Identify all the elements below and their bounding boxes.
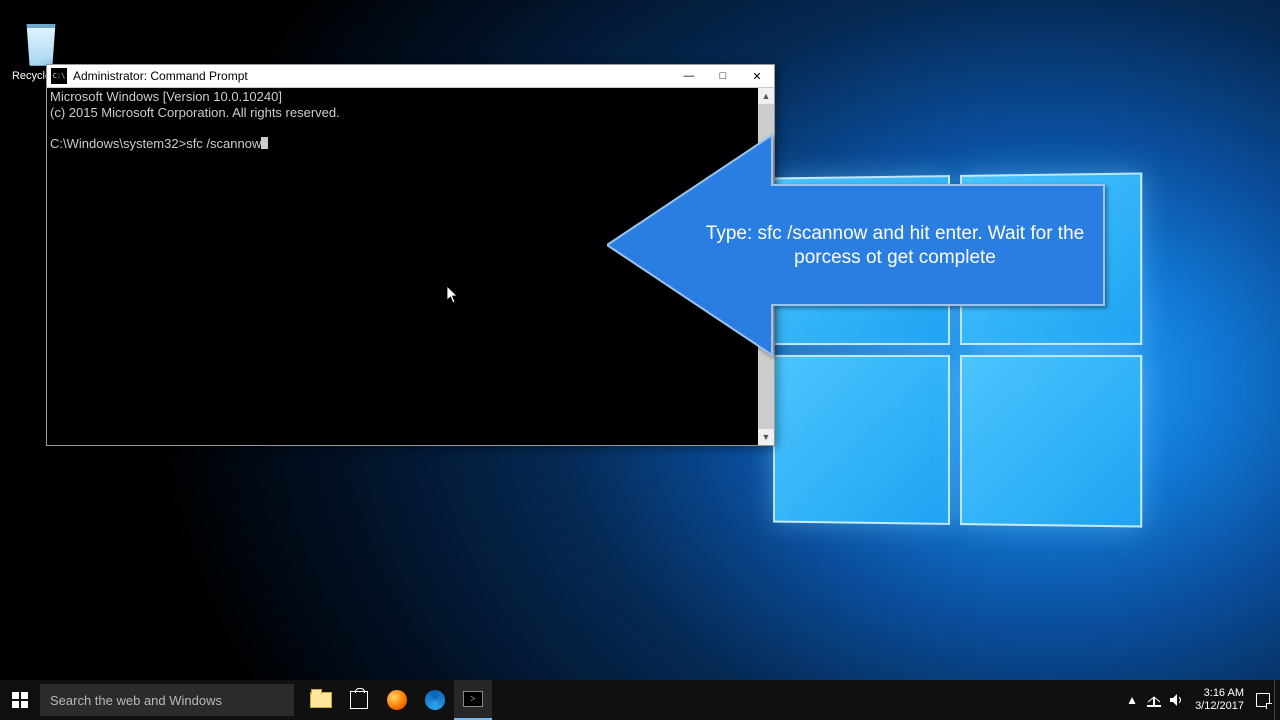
minimize-button[interactable]: ― (672, 65, 706, 88)
taskbar: Search the web and Windows ▲ (0, 680, 1280, 720)
tray-overflow-icon[interactable]: ▲ (1121, 680, 1143, 720)
taskbar-edge[interactable] (416, 680, 454, 720)
terminal-output[interactable]: Microsoft Windows [Version 10.0.10240] (… (47, 88, 758, 445)
tray-time: 3:16 AM (1195, 687, 1244, 700)
scroll-down-icon[interactable]: ▼ (758, 429, 774, 445)
scroll-thumb[interactable] (758, 104, 774, 429)
windows-logo-icon (12, 692, 28, 708)
firefox-icon (387, 690, 407, 710)
start-button[interactable] (0, 680, 40, 720)
clock[interactable]: 3:16 AM 3/12/2017 (1187, 687, 1252, 713)
taskbar-file-explorer[interactable] (302, 680, 340, 720)
cmd-app-icon (51, 68, 67, 84)
desktop: Recycle Bin Administrator: Command Promp… (0, 0, 1280, 720)
store-icon (350, 691, 368, 709)
trash-icon (22, 24, 60, 66)
tray-date: 3/12/2017 (1195, 700, 1244, 713)
edge-icon (425, 690, 445, 710)
taskbar-store[interactable] (340, 680, 378, 720)
taskbar-command-prompt[interactable] (454, 680, 492, 720)
scrollbar[interactable]: ▲ ▼ (758, 88, 774, 445)
action-center-icon[interactable] (1252, 680, 1274, 720)
system-tray: ▲ 3:16 AM 3/12/2017 (1121, 680, 1280, 720)
wallpaper-windows-logo (773, 172, 1142, 527)
search-input[interactable]: Search the web and Windows (40, 684, 294, 716)
window-title: Administrator: Command Prompt (73, 69, 672, 83)
command-prompt-window: Administrator: Command Prompt ― □ ✕ Micr… (46, 64, 775, 446)
terminal-icon (463, 691, 483, 707)
show-desktop-button[interactable] (1274, 680, 1280, 720)
maximize-button[interactable]: □ (706, 65, 740, 88)
volume-icon[interactable] (1165, 680, 1187, 720)
close-button[interactable]: ✕ (740, 65, 774, 88)
folder-icon (310, 692, 332, 708)
network-icon[interactable] (1143, 680, 1165, 720)
scroll-up-icon[interactable]: ▲ (758, 88, 774, 104)
titlebar[interactable]: Administrator: Command Prompt ― □ ✕ (47, 65, 774, 88)
text-cursor (261, 137, 268, 149)
taskbar-firefox[interactable] (378, 680, 416, 720)
